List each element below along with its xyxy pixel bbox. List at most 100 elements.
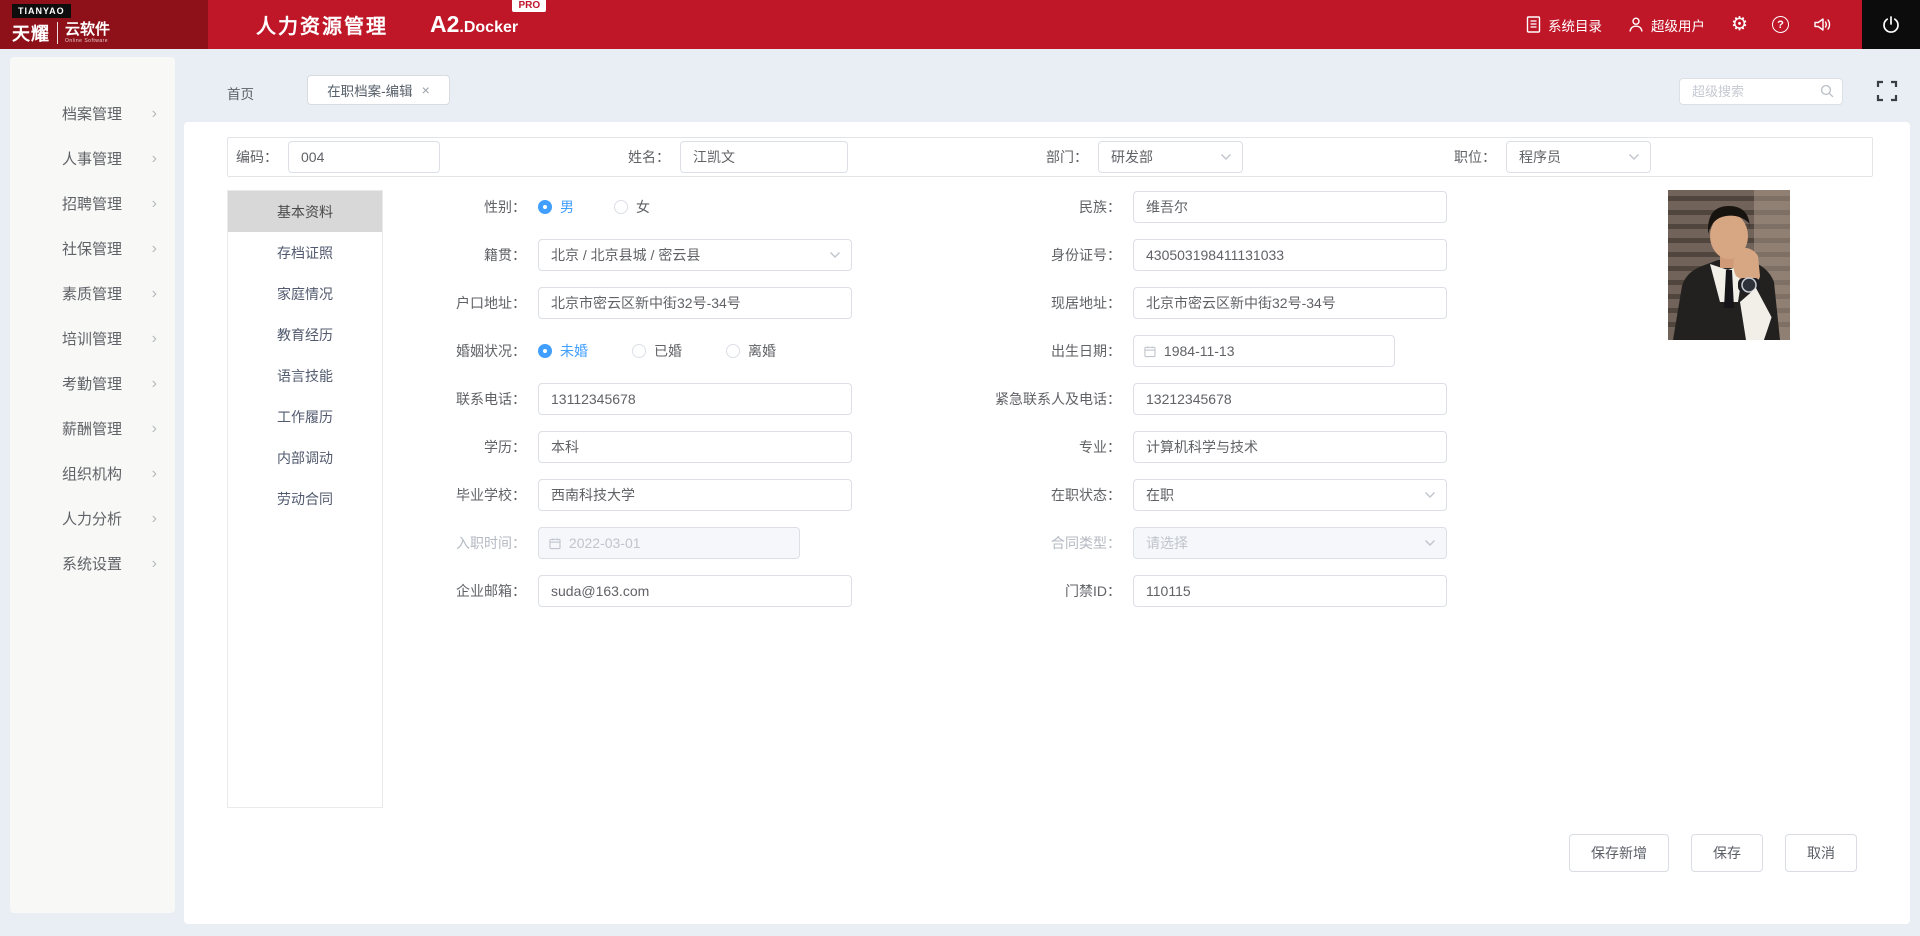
- access-id-input[interactable]: [1133, 575, 1447, 607]
- section-tab-labor-contract[interactable]: 劳动合同: [228, 478, 382, 519]
- phone-label: 联系电话：: [378, 389, 538, 409]
- form-left-column: 性别： 男 女 籍贯： 北京 / 北京县城 / 密云县 户口地址： 婚姻状况：: [378, 190, 852, 622]
- cancel-button[interactable]: 取消: [1785, 834, 1857, 872]
- birth-date-input[interactable]: [1164, 343, 1384, 359]
- section-tab-education[interactable]: 教育经历: [228, 314, 382, 355]
- gender-radio-female[interactable]: 女: [614, 197, 650, 217]
- fullscreen-icon: [1876, 80, 1898, 102]
- graduate-school-row: 毕业学校：: [378, 478, 852, 512]
- product-name: A2 .Docker PRO: [430, 11, 518, 38]
- chevron-down-icon: [1220, 153, 1232, 161]
- name-input[interactable]: [680, 141, 848, 173]
- emergency-phone-input[interactable]: [1133, 383, 1447, 415]
- sidebar-item-label: 系统设置: [62, 553, 122, 574]
- id-number-input[interactable]: [1133, 239, 1447, 271]
- hire-date-picker: [538, 527, 800, 559]
- department-select[interactable]: 研发部: [1098, 141, 1243, 173]
- save-button[interactable]: 保存: [1691, 834, 1763, 872]
- sidebar-item-label: 招聘管理: [62, 193, 122, 214]
- section-tab-archived-certificates[interactable]: 存档证照: [228, 232, 382, 273]
- company-email-input[interactable]: [538, 575, 852, 607]
- section-tab-family[interactable]: 家庭情况: [228, 273, 382, 314]
- code-label: 编码：: [236, 147, 288, 167]
- sidebar-item-salary-mgmt[interactable]: 薪酬管理›: [10, 406, 175, 451]
- id-number-row: 身份证号：: [953, 238, 1447, 272]
- employment-status-select[interactable]: 在职: [1133, 479, 1447, 511]
- household-address-label: 户口地址：: [378, 293, 538, 313]
- product-suffix-text: .Docker: [459, 19, 518, 37]
- birth-date-picker[interactable]: [1133, 335, 1395, 367]
- help-button[interactable]: ?: [1772, 16, 1789, 33]
- native-place-select[interactable]: 北京 / 北京县城 / 密云县: [538, 239, 852, 271]
- pro-badge: PRO: [512, 0, 546, 12]
- graduate-school-input[interactable]: [538, 479, 852, 511]
- radio-label: 未婚: [560, 341, 588, 361]
- gender-radio-male[interactable]: 男: [538, 197, 574, 217]
- chevron-right-icon: ›: [152, 151, 157, 167]
- position-value: 程序员: [1519, 147, 1561, 167]
- sidebar-item-social-security-mgmt[interactable]: 社保管理›: [10, 226, 175, 271]
- section-tab-work-history[interactable]: 工作履历: [228, 396, 382, 437]
- phone-input[interactable]: [538, 383, 852, 415]
- education-input[interactable]: [538, 431, 852, 463]
- sidebar-item-hr-analysis[interactable]: 人力分析›: [10, 496, 175, 541]
- sidebar-item-quality-mgmt[interactable]: 素质管理›: [10, 271, 175, 316]
- current-address-label: 现居地址：: [953, 293, 1133, 313]
- major-input[interactable]: [1133, 431, 1447, 463]
- speaker-icon: [1813, 16, 1832, 33]
- sidebar-item-attendance-mgmt[interactable]: 考勤管理›: [10, 361, 175, 406]
- marital-radio-single[interactable]: 未婚: [538, 341, 588, 361]
- fullscreen-button[interactable]: [1876, 80, 1898, 102]
- major-label: 专业：: [953, 437, 1133, 457]
- close-icon[interactable]: ×: [422, 82, 430, 98]
- code-input[interactable]: [288, 141, 440, 173]
- section-tab-basic-info[interactable]: 基本资料: [228, 191, 382, 232]
- document-icon: [1526, 16, 1541, 33]
- logo-badge: TIANYAO: [12, 4, 71, 18]
- calendar-icon: [1144, 345, 1156, 358]
- emergency-phone-label: 紧急联系人及电话：: [953, 389, 1133, 409]
- system-directory-button[interactable]: 系统目录: [1526, 15, 1602, 35]
- sidebar-item-label: 素质管理: [62, 283, 122, 304]
- sidebar-item-archive-mgmt[interactable]: 档案管理›: [10, 91, 175, 136]
- marital-radio-married[interactable]: 已婚: [632, 341, 682, 361]
- record-header: 编码： 姓名： 部门： 研发部 职位： 程序员: [227, 137, 1873, 177]
- chevron-right-icon: ›: [152, 106, 157, 122]
- employment-status-row: 在职状态： 在职: [953, 478, 1447, 512]
- household-address-input[interactable]: [538, 287, 852, 319]
- contract-type-placeholder: 请选择: [1146, 533, 1188, 553]
- employee-photo[interactable]: [1668, 190, 1790, 340]
- nation-input[interactable]: [1133, 191, 1447, 223]
- chevron-right-icon: ›: [152, 466, 157, 482]
- sidebar-item-system-settings[interactable]: 系统设置›: [10, 541, 175, 586]
- super-user-button[interactable]: 超级用户: [1628, 15, 1705, 35]
- product-main-text: A2: [430, 11, 459, 38]
- employment-status-value: 在职: [1146, 485, 1174, 505]
- chevron-down-icon: [829, 251, 841, 259]
- sidebar-item-label: 人事管理: [62, 148, 122, 169]
- company-email-row: 企业邮箱：: [378, 574, 852, 608]
- logout-button[interactable]: [1862, 0, 1920, 49]
- position-select[interactable]: 程序员: [1506, 141, 1651, 173]
- settings-button[interactable]: ⚙: [1731, 15, 1748, 34]
- section-tab-language-skills[interactable]: 语言技能: [228, 355, 382, 396]
- sidebar-item-organization[interactable]: 组织机构›: [10, 451, 175, 496]
- gender-label: 性别：: [378, 197, 538, 217]
- nation-row: 民族：: [953, 190, 1447, 224]
- tab-home[interactable]: 首页: [227, 83, 254, 103]
- marital-radio-divorced[interactable]: 离婚: [726, 341, 776, 361]
- native-place-value: 北京 / 北京县城 / 密云县: [551, 245, 700, 265]
- announcement-button[interactable]: [1813, 16, 1832, 33]
- current-address-input[interactable]: [1133, 287, 1447, 319]
- save-new-button[interactable]: 保存新增: [1569, 834, 1669, 872]
- department-value: 研发部: [1111, 147, 1153, 167]
- employee-edit-panel: 编码： 姓名： 部门： 研发部 职位： 程序员: [184, 122, 1910, 924]
- sidebar-item-personnel-mgmt[interactable]: 人事管理 ›: [10, 136, 175, 181]
- sidebar-item-training-mgmt[interactable]: 培训管理›: [10, 316, 175, 361]
- section-tab-internal-transfer[interactable]: 内部调动: [228, 437, 382, 478]
- search-input[interactable]: [1679, 78, 1843, 105]
- sidebar-item-recruit-mgmt[interactable]: 招聘管理›: [10, 181, 175, 226]
- sidebar-item-label: 社保管理: [62, 238, 122, 259]
- tab-active-employee-edit[interactable]: 在职档案-编辑 ×: [307, 75, 450, 105]
- sidebar-item-label: 薪酬管理: [62, 418, 122, 439]
